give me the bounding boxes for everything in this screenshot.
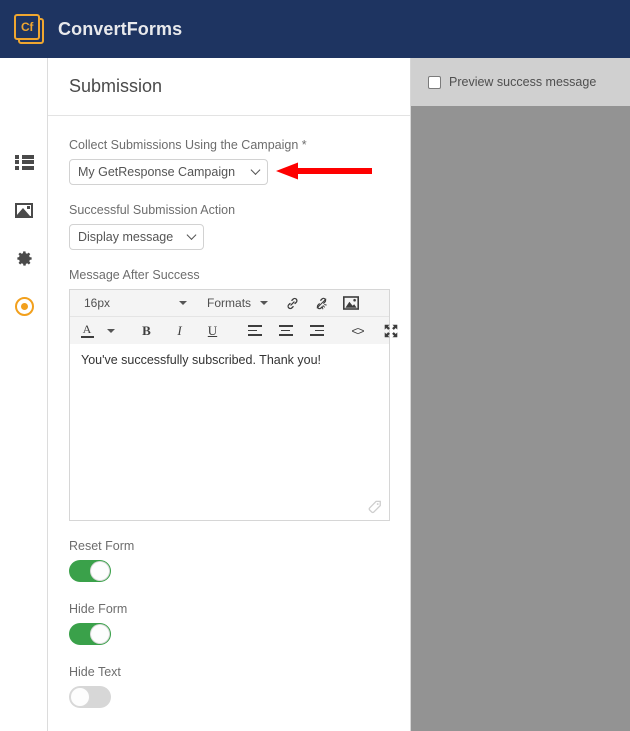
font-size-caret[interactable]	[169, 292, 192, 315]
settings-panel: Submission Collect Submissions Using the…	[48, 58, 411, 731]
panel-header: Submission	[48, 58, 410, 116]
brand-name: ConvertForms	[58, 18, 183, 39]
reset-form-label: Reset Form	[69, 539, 135, 553]
panel-body: Collect Submissions Using the Campaign *…	[48, 116, 410, 708]
underline-icon[interactable]: U	[201, 319, 224, 342]
preview-success-message-label: Preview success message	[449, 75, 597, 89]
preview-toolbar: Preview success message	[411, 58, 630, 106]
list-icon	[14, 154, 34, 170]
font-size-dropdown[interactable]: 16px	[74, 292, 117, 315]
insert-image-icon[interactable]	[339, 292, 362, 315]
gear-icon	[16, 250, 32, 266]
align-center-icon[interactable]	[274, 319, 297, 342]
editor-resize-handle-icon[interactable]	[368, 500, 382, 514]
font-size-value: 16px	[84, 296, 111, 310]
campaign-label-text: Collect Submissions Using the Campaign	[69, 138, 299, 152]
image-icon	[15, 202, 33, 218]
reset-form-toggle[interactable]	[69, 560, 111, 582]
sidebar-item-media[interactable]	[0, 186, 48, 234]
toggle-knob	[90, 561, 110, 581]
link-icon[interactable]	[281, 292, 304, 315]
action-select-wrap: Display message	[69, 224, 204, 250]
align-right-icon[interactable]	[305, 319, 328, 342]
formats-dropdown[interactable]: Formats	[200, 292, 271, 315]
record-icon	[14, 296, 34, 316]
source-code-icon[interactable]: <>	[346, 319, 369, 342]
rich-text-editor: 16px Formats A B I U <> You've successfu…	[69, 289, 397, 521]
sidebar-item-settings[interactable]	[0, 234, 48, 282]
message-label: Message After Success	[69, 268, 200, 282]
hide-form-toggle[interactable]	[69, 623, 111, 645]
message-field: Message After Success 16px Formats A B I…	[69, 268, 397, 521]
action-label: Successful Submission Action	[69, 203, 236, 217]
chevron-down-icon	[260, 301, 269, 305]
page-title: Submission	[69, 76, 163, 96]
hide-form-field: Hide Form	[69, 602, 389, 645]
sidebar-item-submission[interactable]	[0, 282, 48, 330]
logo-front-square: Cf	[14, 14, 40, 40]
hide-form-label: Hide Form	[69, 602, 128, 616]
toggle-knob	[70, 687, 90, 707]
reset-form-field: Reset Form	[69, 539, 389, 582]
italic-icon[interactable]: I	[168, 319, 191, 342]
preview-success-message-checkbox[interactable]	[428, 75, 441, 89]
bold-icon[interactable]: B	[135, 319, 158, 342]
required-mark: *	[301, 138, 307, 152]
app-header: Cf ConvertForms	[0, 0, 630, 58]
sidebar-item-forms[interactable]	[0, 138, 48, 186]
action-field: Successful Submission Action Display mes…	[69, 203, 389, 250]
campaign-select-wrap: My GetResponse Campaign	[69, 159, 268, 185]
sidebar-rail	[0, 58, 48, 731]
chevron-down-icon	[107, 328, 115, 333]
campaign-field: Collect Submissions Using the Campaign *…	[69, 138, 389, 185]
campaign-select[interactable]: My GetResponse Campaign	[69, 159, 268, 185]
text-color-caret[interactable]	[97, 319, 120, 342]
unlink-icon[interactable]	[310, 292, 333, 315]
editor-toolbar-row-1: 16px Formats	[70, 290, 389, 317]
chevron-down-icon	[179, 301, 188, 305]
preview-pane: Preview success message	[411, 58, 630, 731]
hide-text-toggle[interactable]	[69, 686, 111, 708]
editor-content-area[interactable]: You've successfully subscribed. Thank yo…	[70, 344, 389, 520]
action-select[interactable]: Display message	[69, 224, 204, 250]
convertforms-logo-icon[interactable]: Cf	[14, 14, 44, 44]
campaign-label: Collect Submissions Using the Campaign *	[69, 138, 389, 152]
success-message-text: You've successfully subscribed. Thank yo…	[81, 353, 322, 367]
hide-text-field: Hide Text	[69, 665, 389, 708]
align-left-icon[interactable]	[243, 319, 266, 342]
formats-label: Formats	[207, 296, 252, 310]
app-root: Cf ConvertForms Submission Collect Submi…	[0, 0, 630, 731]
logo-text: Cf	[20, 20, 34, 34]
hide-text-label: Hide Text	[69, 665, 121, 679]
text-color-icon[interactable]: A	[74, 319, 97, 342]
editor-toolbar-row-2: A B I U <>	[70, 317, 397, 344]
fullscreen-icon[interactable]	[379, 319, 402, 342]
toggle-knob	[90, 624, 110, 644]
